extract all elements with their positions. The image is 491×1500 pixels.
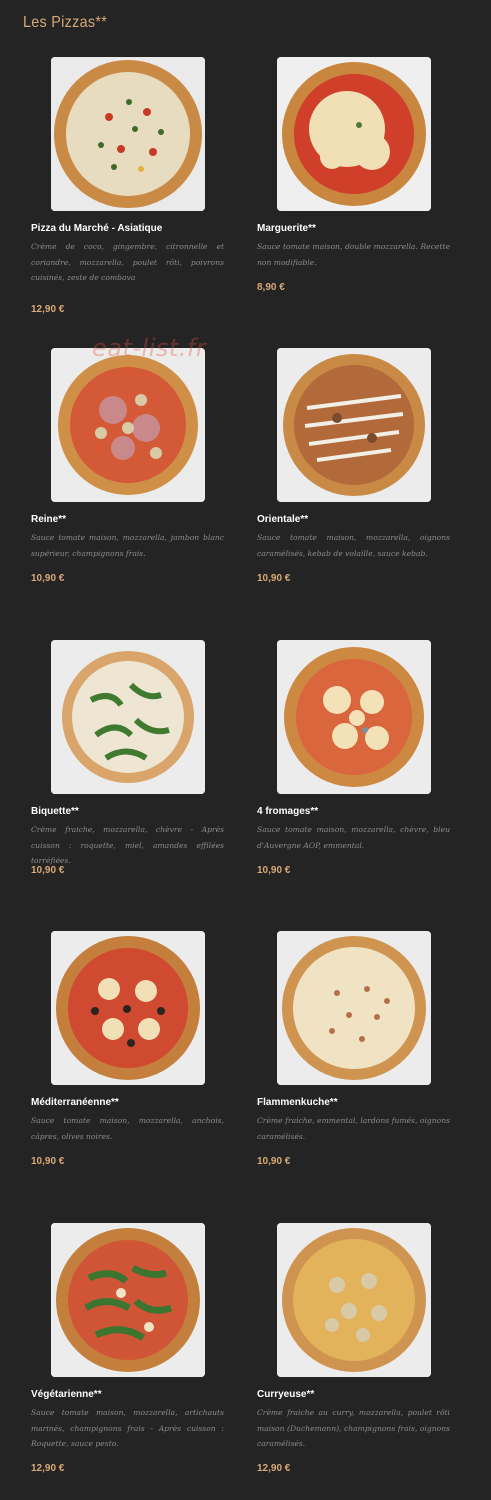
- pizza-description: Crème fraiche, emmental, lardons fumés, …: [257, 1116, 450, 1141]
- pizza-grid: Pizza du Marché - Asiatique Crème de coc…: [0, 0, 491, 1500]
- pizza-price: 8,90 €: [257, 282, 285, 293]
- pizza-marguerite-photo: [277, 57, 431, 211]
- pizza-price: 10,90 €: [257, 865, 291, 876]
- pizza-vegetarienne-photo: [51, 1223, 205, 1377]
- pizza-name: Flammenkuche**: [257, 1097, 338, 1108]
- pizza-price: 10,90 €: [257, 1156, 291, 1167]
- pizza-name: Orientale**: [257, 514, 309, 525]
- pizza-description: Sauce tomate maison, mozzarella, anchois…: [31, 1116, 224, 1141]
- pizza-asiatique-photo: [51, 57, 205, 211]
- pizza-4-fromages-photo: [277, 640, 431, 794]
- pizza-price: 10,90 €: [257, 573, 291, 584]
- pizza-name: Pizza du Marché - Asiatique: [31, 223, 163, 234]
- pizza-price: 10,90 €: [31, 1156, 65, 1167]
- pizza-orientale-photo: [277, 348, 431, 502]
- pizza-description: Sauce tomate maison, mozzarella, jambon …: [31, 533, 224, 558]
- pizza-curryeuse-photo: [277, 1223, 431, 1377]
- pizza-price: 12,90 €: [31, 304, 65, 315]
- pizza-name: Végétarienne**: [31, 1389, 102, 1400]
- pizza-name: Curryeuse**: [257, 1389, 315, 1400]
- pizza-name: Biquette**: [31, 806, 79, 817]
- pizza-description: Sauce tomate maison, double mozzarella. …: [257, 242, 450, 267]
- pizza-price: 12,90 €: [31, 1463, 65, 1474]
- pizza-price: 10,90 €: [31, 573, 65, 584]
- pizza-mediterraneenne-photo: [51, 931, 205, 1085]
- pizza-name: 4 fromages**: [257, 806, 319, 817]
- watermark: eat-list.fr: [92, 334, 207, 362]
- pizza-biquette-photo: [51, 640, 205, 794]
- pizza-price: 12,90 €: [257, 1463, 291, 1474]
- pizza-description: Crème de coco, gingembre, citronnelle et…: [31, 242, 224, 282]
- pizza-description: Crème fraiche au curry, mozzarella, poul…: [257, 1408, 450, 1448]
- pizza-description: Sauce tomate maison, mozzarella, articha…: [31, 1408, 224, 1448]
- pizza-price: 10,90 €: [31, 865, 65, 876]
- pizza-name: Marguerite**: [257, 223, 316, 234]
- pizza-reine-photo: [51, 348, 205, 502]
- pizza-name: Méditerranéenne**: [31, 1097, 119, 1108]
- pizza-flammenkuche-photo: [277, 931, 431, 1085]
- pizza-description: Sauce tomate maison, mozzarella, chèvre,…: [257, 825, 450, 850]
- pizza-description: Sauce tomate maison, mozzarella, oignons…: [257, 533, 450, 558]
- pizza-description: Crème fraiche, mozzarella, chèvre - Aprè…: [31, 825, 224, 865]
- pizza-name: Reine**: [31, 514, 67, 525]
